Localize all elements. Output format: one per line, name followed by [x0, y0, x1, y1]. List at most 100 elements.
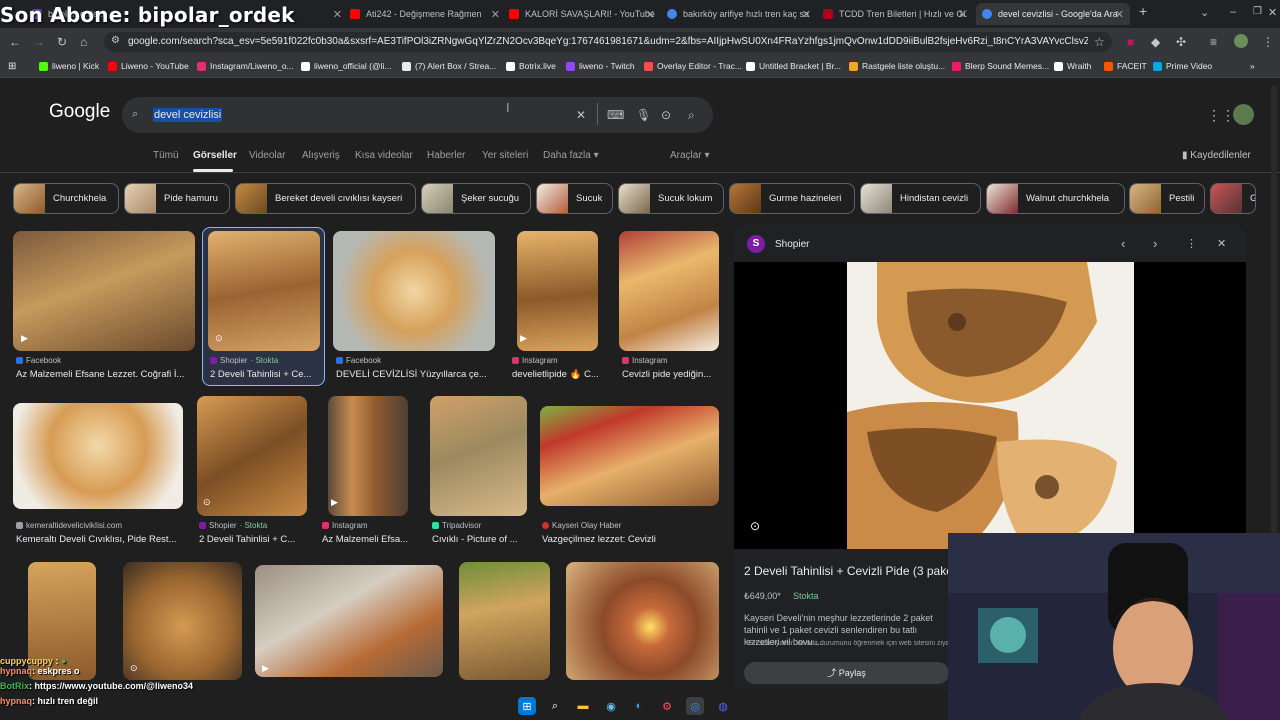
result-image[interactable] — [566, 562, 719, 680]
minimize-button[interactable]: – — [1230, 6, 1236, 18]
bookmark-item[interactable]: Instagram/Liweno_o... — [197, 61, 294, 71]
result-title[interactable]: Cevizli pide yediğin... — [622, 369, 719, 380]
related-chip[interactable]: Bereket develi cıvıklısı kayseri — [235, 183, 416, 214]
preview-title[interactable]: 2 Develi Tahinlisi + Cevizli Pide (3 pak… — [744, 564, 949, 578]
url-text[interactable]: google.com/search?sca_esv=5e591f022fc0b3… — [128, 36, 1088, 47]
result-image[interactable] — [619, 231, 719, 351]
window-close-button[interactable]: ✕ — [1268, 6, 1277, 19]
tab-3[interactable]: KALORİ SAVAŞLARI! - YouTube ✕ — [509, 3, 655, 25]
tab-all[interactable]: Tümü — [153, 150, 179, 161]
result-image[interactable] — [13, 403, 183, 509]
result-image[interactable] — [13, 231, 195, 351]
result-title[interactable]: 2 Develi Tahinlisi + Ce... — [210, 369, 322, 380]
result-image[interactable] — [540, 406, 719, 506]
tab-groups-icon[interactable]: ≡ — [1210, 35, 1217, 49]
related-chip[interactable]: Pide hamuru — [124, 183, 230, 214]
result-title[interactable]: Vazgeçilmez lezzet: Cevizli — [542, 534, 719, 545]
result-title[interactable]: DEVELİ CEVİZLİSİ Yüzyıllarca çe... — [336, 369, 495, 380]
close-tab-icon[interactable]: ✕ — [958, 8, 967, 21]
start-icon[interactable]: ⊞ — [518, 697, 536, 715]
bookmark-item[interactable]: Rastgele liste oluştu... — [849, 61, 945, 71]
search-icon[interactable]: ⌕ — [546, 697, 564, 715]
result-title[interactable]: 2 Develi Tahinlisi + C... — [199, 534, 307, 545]
lens-icon[interactable]: ⊙ — [661, 108, 671, 122]
result-title[interactable]: Az Malzemeli Efsa... — [322, 534, 414, 545]
search-submit-icon[interactable]: ⌕ — [688, 108, 695, 123]
bookmark-item[interactable]: Overlay Editor - Trac... — [644, 61, 742, 71]
result-image[interactable] — [328, 396, 408, 516]
search-input[interactable]: devel cevizlisi — [153, 108, 223, 122]
lens-search-icon[interactable]: ⊙ — [750, 519, 760, 533]
result-image[interactable] — [333, 231, 495, 351]
tools-button[interactable]: Araçlar ▾ — [670, 150, 710, 161]
tab-6-active[interactable]: devel cevizlisi - Google'da Ara ✕ — [976, 3, 1130, 25]
bookmark-item[interactable]: Botrix.live — [506, 61, 556, 71]
related-chip[interactable]: Gurme hazineleri — [729, 183, 855, 214]
share-button[interactable]: ⤴ Paylaş — [744, 662, 949, 684]
more-bookmarks-icon[interactable]: » — [1250, 61, 1255, 71]
tab-videos[interactable]: Videolar — [249, 150, 286, 161]
bookmark-item[interactable]: liweno_official (@li... — [301, 61, 391, 71]
tab-short-videos[interactable]: Kısa videolar — [355, 150, 413, 161]
result-image[interactable] — [197, 396, 307, 516]
keyboard-icon[interactable]: ⌨ — [607, 108, 624, 122]
more-options-icon[interactable]: ⋮ — [1186, 237, 1197, 250]
tab-places[interactable]: Yer siteleri — [482, 150, 528, 161]
related-chip[interactable]: Pestili — [1129, 183, 1205, 214]
bookmark-item[interactable]: Liweno - YouTube — [108, 61, 189, 71]
result-title[interactable]: develietlipide 🔥 C... — [512, 369, 602, 380]
bookmark-item[interactable]: liweno - Twitch — [566, 61, 635, 71]
forward-icon[interactable]: → — [33, 35, 45, 49]
apps-grid-icon[interactable]: ⋮⋮ — [1207, 107, 1235, 124]
bookmark-item[interactable]: Blerp Sound Memes... — [952, 61, 1049, 71]
close-tab-icon[interactable]: ✕ — [491, 8, 500, 21]
result-title[interactable]: Kemeraltı Develi Cıvıklısı, Pide Rest... — [16, 534, 186, 545]
result-image[interactable] — [459, 562, 550, 680]
preview-image[interactable] — [847, 262, 1134, 549]
related-chip[interactable]: Sucuk — [536, 183, 613, 214]
previous-icon[interactable]: ‹ — [1121, 236, 1125, 251]
file-explorer-icon[interactable]: ▬ — [574, 697, 592, 715]
profile-avatar[interactable] — [1234, 34, 1248, 48]
apps-grid-icon[interactable]: ⊞ — [8, 61, 16, 72]
close-tab-icon[interactable]: ✕ — [1115, 8, 1124, 21]
related-chip[interactable]: Sucuk lokum — [618, 183, 724, 214]
tab-more[interactable]: Daha fazla ▾ — [543, 150, 599, 161]
extension-icon[interactable]: ■ — [1127, 35, 1134, 49]
preview-source[interactable]: Shopier — [775, 239, 809, 250]
bookmark-star-icon[interactable]: ☆ — [1094, 35, 1105, 49]
microphone-icon[interactable]: 🎙 — [636, 108, 651, 122]
tab-5[interactable]: TCDD Tren Biletleri | Hızlı ve Gü ✕ — [823, 3, 967, 25]
tab-search-icon[interactable]: ⌄ — [1200, 6, 1209, 19]
bookmark-item[interactable]: (7) Alert Box / Strea... — [402, 61, 496, 71]
related-chip[interactable]: Walnut churchkhela — [986, 183, 1125, 214]
close-preview-icon[interactable]: ✕ — [1217, 237, 1226, 250]
reload-icon[interactable]: ↻ — [57, 35, 67, 49]
close-tab-icon[interactable]: ✕ — [333, 8, 342, 21]
tab-images[interactable]: Görseller — [193, 150, 237, 161]
related-chip[interactable]: Hindistan cevizli — [860, 183, 981, 214]
tab-news[interactable]: Haberler — [427, 150, 465, 161]
discord-icon[interactable]: ◍ — [714, 697, 732, 715]
related-chip[interactable]: Churchkhela — [13, 183, 119, 214]
related-chip[interactable]: G — [1210, 183, 1256, 214]
bookmark-item[interactable]: Untitled Bracket | Br... — [746, 61, 841, 71]
bookmark-item[interactable]: Wraith — [1054, 61, 1091, 71]
related-chip[interactable]: Şeker sucuğu — [421, 183, 531, 214]
close-tab-icon[interactable]: ✕ — [646, 8, 655, 21]
close-tab-icon[interactable]: ✕ — [802, 8, 811, 21]
new-tab-button[interactable]: + — [1139, 3, 1147, 19]
restore-button[interactable]: ❐ — [1253, 6, 1262, 17]
back-icon[interactable]: ← — [9, 35, 21, 49]
extensions-puzzle-icon[interactable]: ✣ — [1176, 35, 1186, 49]
result-title[interactable]: Cıvıklı - Picture of ... — [432, 534, 527, 545]
account-avatar[interactable] — [1233, 104, 1254, 125]
steam-icon[interactable]: ◉ — [602, 697, 620, 715]
tab-4[interactable]: bakırköy arifiye hızlı tren kaç sa ✕ — [667, 3, 811, 25]
clear-icon[interactable]: ✕ — [576, 108, 586, 122]
site-info-icon[interactable]: ⚙ — [111, 35, 120, 46]
bookmark-item[interactable]: Prime Video — [1153, 61, 1212, 71]
tab-shopping[interactable]: Alışveriş — [302, 150, 340, 161]
next-icon[interactable]: › — [1153, 236, 1157, 251]
result-title[interactable]: Az Malzemeli Efsane Lezzet. Coğrafi İ... — [16, 369, 191, 380]
